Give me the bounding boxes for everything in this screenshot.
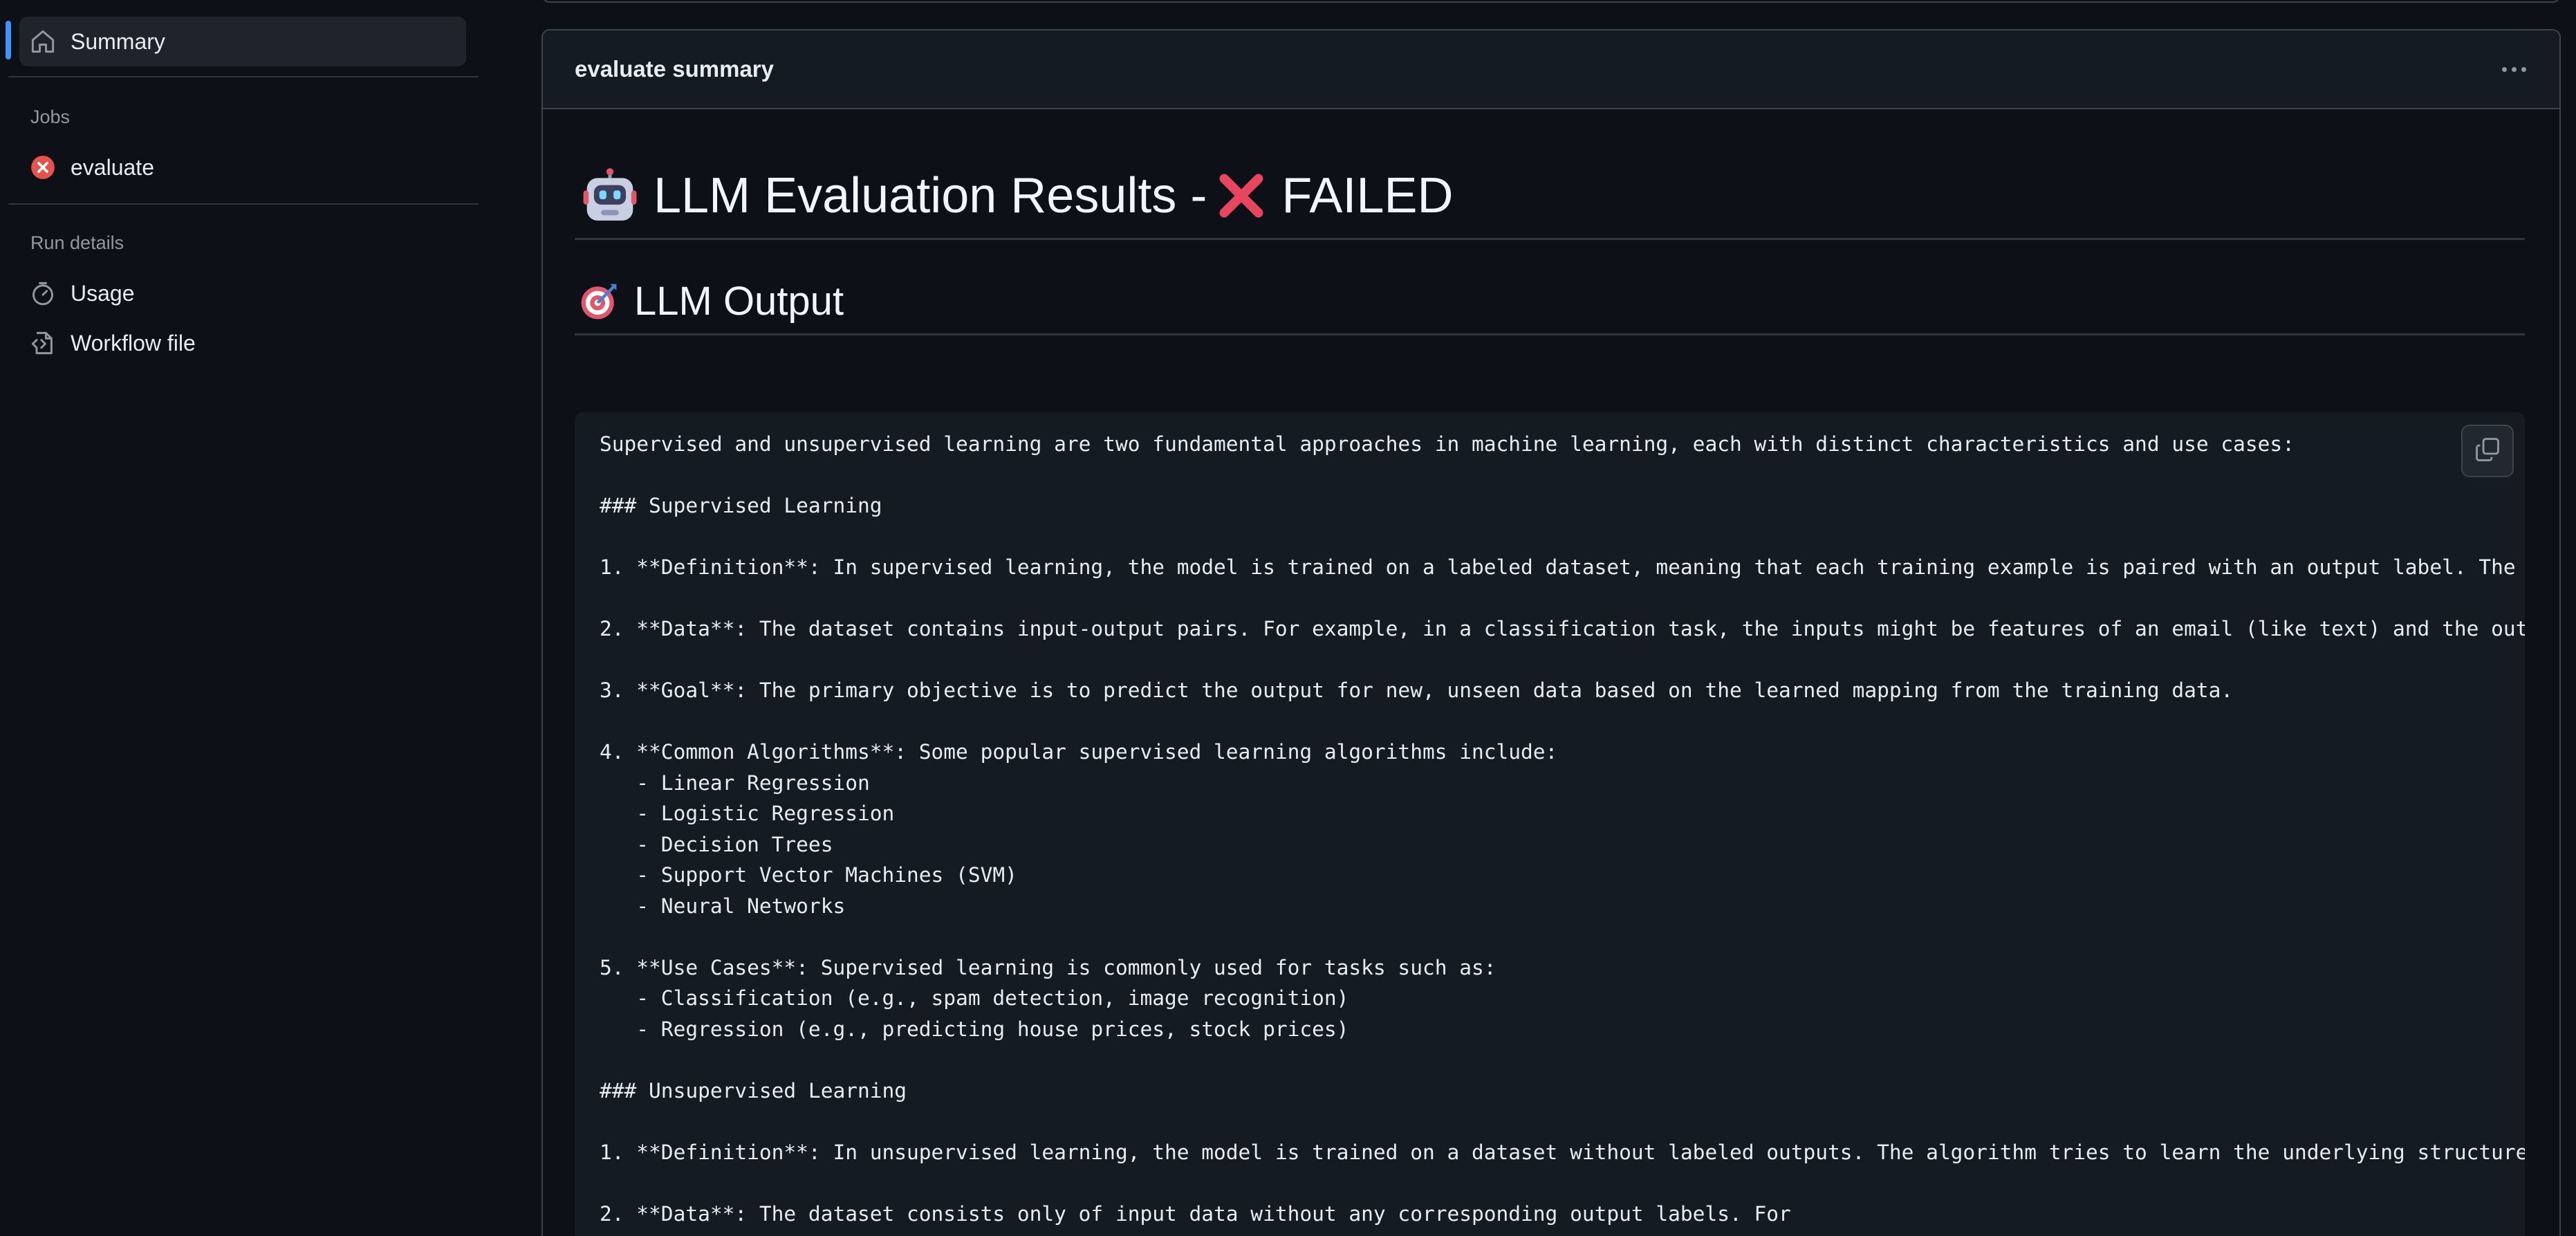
active-indicator [6,21,11,59]
file-code-icon [30,331,55,356]
app-page: Summary Jobs evaluate Run details Usage … [0,0,2576,1236]
code-line: 5. **Use Cases**: Supervised learning is… [600,955,1497,979]
section-heading-text: LLM Output [634,279,844,324]
kebab-dot-icon [2511,66,2517,72]
sidebar-item-label: Summary [71,28,165,54]
code-line: - Support Vector Machines (SVM) [600,863,1017,887]
kebab-dot-icon [2521,66,2526,72]
direct-hit-icon [579,282,619,322]
code-line: ### Supervised Learning [600,494,882,517]
code-line: 4. **Common Algorithms**: Some popular s… [600,740,1558,764]
home-icon [30,29,55,54]
previous-card-edge [541,0,2561,3]
stopwatch-icon [30,281,55,306]
code-line: 2. **Data**: The dataset contains input-… [600,617,2525,640]
code-line: 2. **Data**: The dataset consists only o… [600,1201,1791,1226]
code-line: 1. **Definition**: In unsupervised learn… [600,1140,2525,1164]
code-line: ### Unsupervised Learning [600,1078,907,1103]
code-line: - Logistic Regression [600,802,895,825]
copy-icon [2474,436,2501,466]
sidebar-item-label: Workflow file [71,330,196,356]
card-header: evaluate summary [543,30,2559,109]
copy-button[interactable] [2461,425,2514,477]
code-line: 1. **Definition**: In supervised learnin… [600,555,2525,579]
cross-mark-icon [1216,171,1266,221]
x-circle-fill-icon [30,155,55,180]
code-line: - Classification (e.g., spam detection, … [600,986,1349,1010]
robot-icon [582,167,638,224]
card-title: evaluate summary [575,56,774,82]
sidebar-divider [8,76,479,77]
heading-rule [575,333,2525,335]
section-heading: LLM Output [579,278,844,324]
code-line: - Decision Trees [600,832,833,856]
sidebar: Summary Jobs evaluate Run details Usage … [0,0,484,1236]
code-line: - Linear Regression [600,771,870,795]
sidebar-item-evaluate[interactable]: evaluate [19,142,466,192]
code-content: Supervised and unsupervised learning are… [600,429,2525,1229]
kebab-dot-icon [2501,66,2507,72]
run-details-heading: Run details [30,232,124,253]
sidebar-divider [8,203,479,205]
code-line: Supervised and unsupervised learning are… [600,432,2295,456]
code-line: 3. **Goal**: The primary objective is to… [600,679,2234,702]
sidebar-item-usage[interactable]: Usage [19,268,466,318]
page-title-status: FAILED [1281,168,1454,223]
sidebar-item-workflow-file[interactable]: Workflow file [19,318,466,368]
code-line: - Regression (e.g., predicting house pri… [600,1017,1349,1041]
sidebar-item-label: evaluate [71,154,154,180]
code-line: - Neural Networks [600,894,846,918]
sidebar-item-summary[interactable]: Summary [19,17,466,66]
heading-rule [575,238,2525,240]
page-title-text: LLM Evaluation Results - [654,168,1207,223]
sidebar-item-label: Usage [71,280,135,306]
summary-card: evaluate summary LLM Evaluation Results … [541,29,2561,1236]
code-block[interactable]: Supervised and unsupervised learning are… [575,412,2525,1236]
more-options-button[interactable] [2493,55,2535,83]
jobs-heading: Jobs [30,107,71,127]
page-title: LLM Evaluation Results - FAILED [582,167,1453,224]
